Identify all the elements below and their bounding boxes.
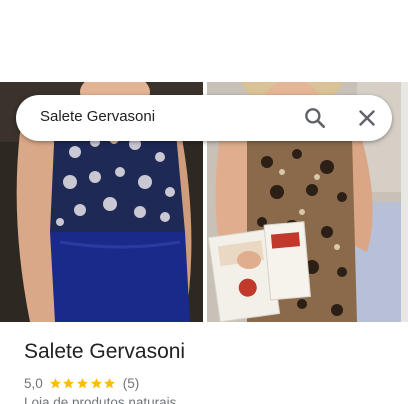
star-icon [77, 377, 88, 388]
map-top-area [0, 0, 408, 82]
place-category: Loja de produtos naturais [24, 395, 177, 404]
star-icon [104, 377, 116, 388]
search-icon[interactable] [302, 105, 328, 131]
photo-scroll-edge [401, 82, 408, 322]
star-icon [63, 377, 75, 388]
star-icon [49, 377, 61, 388]
rating-value: 5,0 [24, 375, 43, 391]
star-icon [90, 377, 102, 388]
close-icon[interactable] [354, 105, 380, 131]
rating-row[interactable]: 5,0 (5) [24, 374, 139, 392]
search-input[interactable]: Salete Gervasoni [40, 108, 155, 125]
review-count-link[interactable]: (5) [123, 376, 140, 391]
star-rating [49, 377, 117, 390]
place-info-panel: Salete Gervasoni 5,0 (5) Loja de produto… [0, 322, 408, 404]
search-box[interactable]: Salete Gervasoni [16, 95, 392, 141]
place-title: Salete Gervasoni [24, 340, 186, 363]
